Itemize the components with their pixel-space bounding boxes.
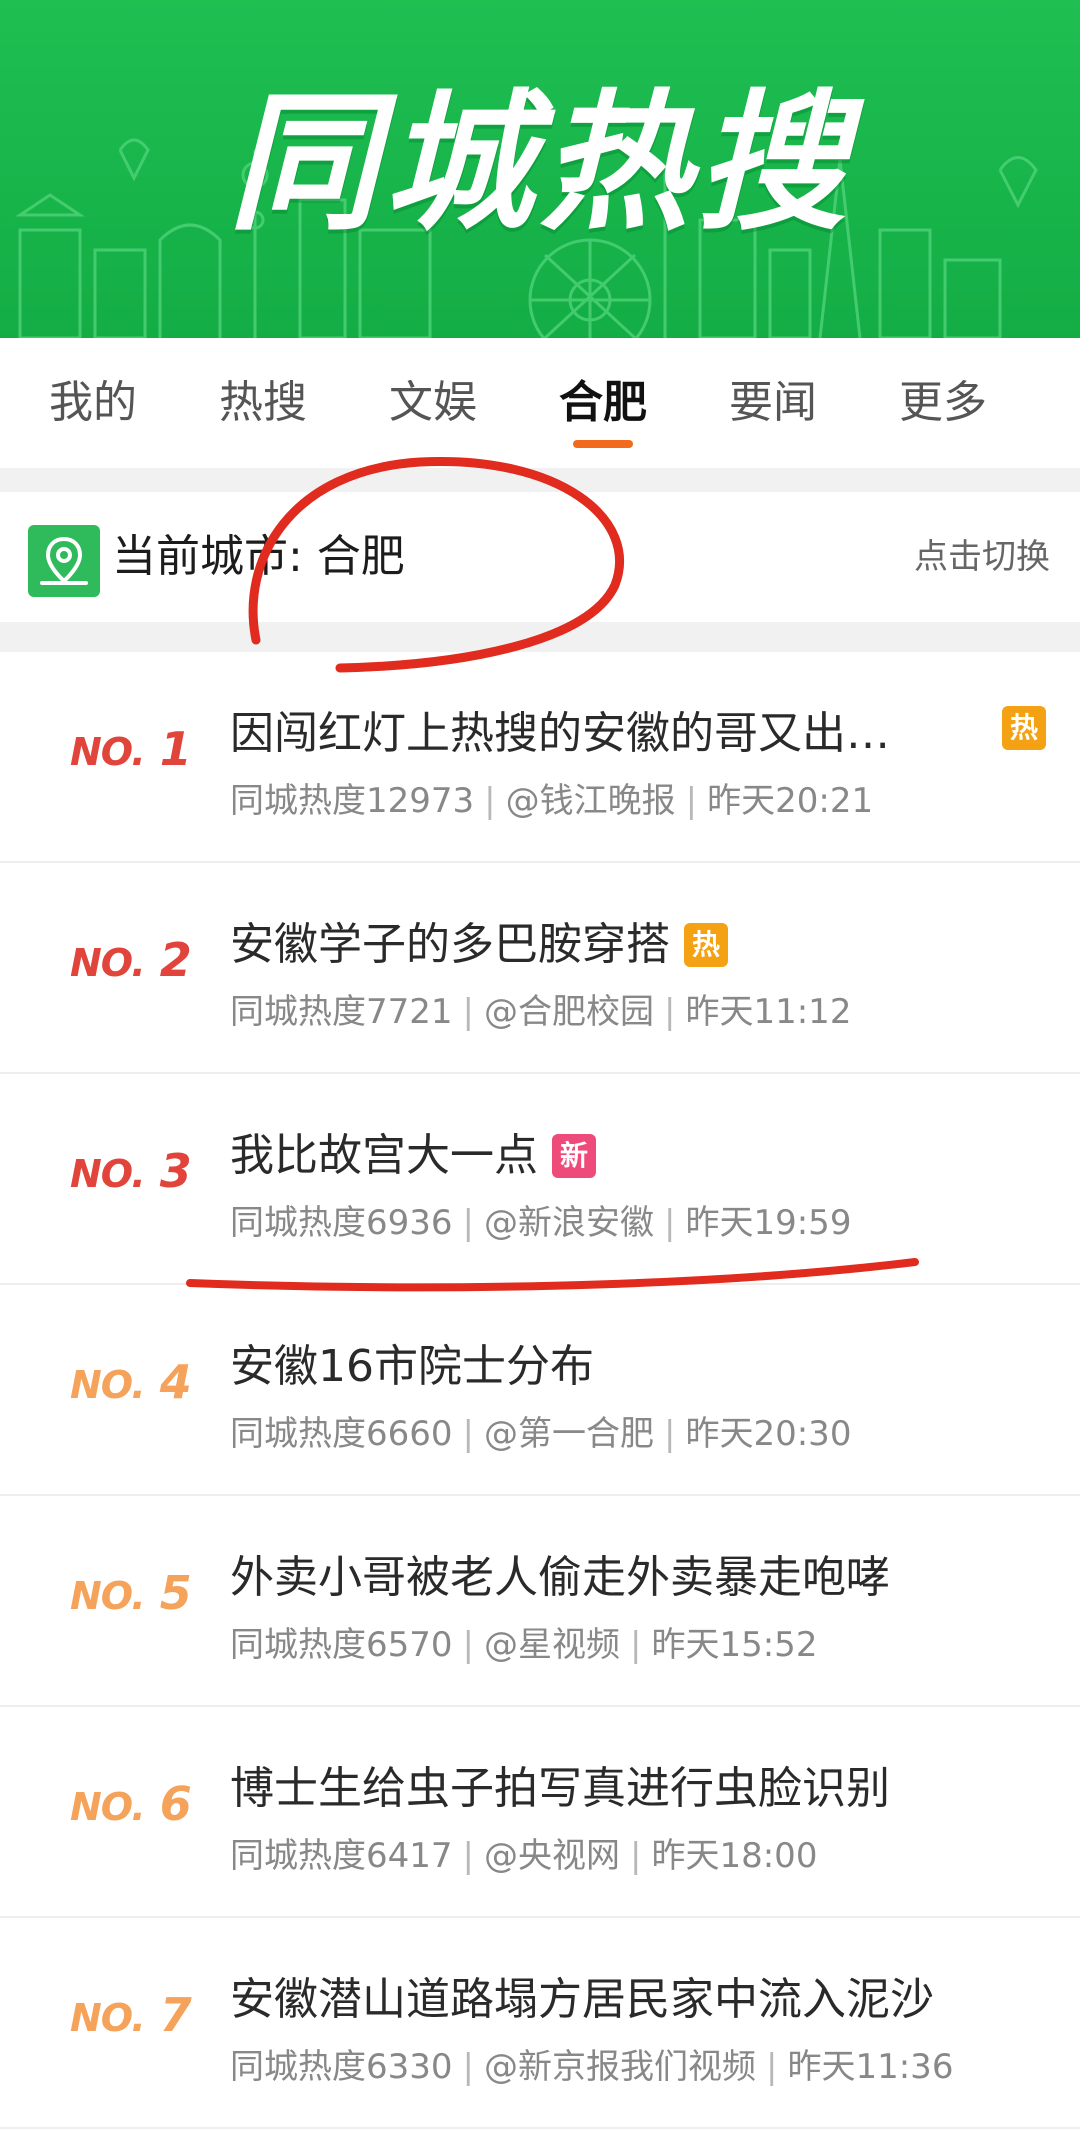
- list-item[interactable]: NO. 1 因闯红灯上热搜的安徽的哥又出… 热 同城热度12973 | @钱江晚报 |…: [0, 652, 1080, 863]
- timestamp: 昨天11:12: [685, 992, 852, 1032]
- heat-value: 同城热度12973: [230, 781, 475, 821]
- current-city-label: 当前城市: 合肥: [112, 531, 405, 582]
- timestamp: 昨天11:36: [787, 2047, 954, 2087]
- item-meta: 同城热度12973 | @钱江晚报 | 昨天20:21: [230, 781, 874, 821]
- item-title[interactable]: 安徽16市院士分布: [230, 1335, 594, 1399]
- tab-more[interactable]: 更多: [858, 338, 1028, 468]
- source: @第一合肥: [484, 1414, 654, 1454]
- heat-value: 同城热度6570: [230, 1625, 453, 1665]
- rank-number: NO. 5: [70, 1566, 192, 1620]
- timestamp: 昨天20:30: [685, 1414, 852, 1454]
- list-item[interactable]: NO. 4 安徽16市院士分布 同城热度6660 | @第一合肥 | 昨天20:30: [0, 1285, 1080, 1496]
- source: @新京报我们视频: [484, 2047, 756, 2087]
- item-title[interactable]: 因闯红灯上热搜的安徽的哥又出…: [230, 702, 890, 766]
- item-meta: 同城热度6570 | @星视频 | 昨天15:52: [230, 1625, 818, 1665]
- banner-title: 同城热搜: [227, 77, 852, 251]
- source: @钱江晚报: [505, 781, 676, 821]
- rank-number: NO. 4: [70, 1355, 192, 1409]
- heat-value: 同城热度7721: [230, 992, 453, 1032]
- rank-number: NO. 2: [70, 933, 192, 987]
- tab-hefei[interactable]: 合肥: [518, 338, 688, 468]
- rank-number: NO. 1: [70, 722, 192, 776]
- rank-number: NO. 7: [70, 1988, 192, 2042]
- heat-value: 同城热度6417: [230, 1836, 453, 1876]
- section-divider: [0, 622, 1080, 652]
- item-meta: 同城热度6936 | @新浪安徽 | 昨天19:59: [230, 1203, 852, 1243]
- hot-badge: 热: [684, 923, 728, 967]
- tab-hot-search[interactable]: 热搜: [178, 338, 348, 468]
- item-title[interactable]: 外卖小哥被老人偷走外卖暴走咆哮: [230, 1546, 890, 1610]
- timestamp: 昨天19:59: [685, 1203, 852, 1243]
- item-meta: 同城热度6417 | @央视网 | 昨天18:00: [230, 1836, 818, 1876]
- location-pin-icon: [28, 525, 100, 597]
- tab-bar: 我的 热搜 文娱 合肥 要闻 更多: [0, 338, 1080, 468]
- tab-mine[interactable]: 我的: [8, 338, 178, 468]
- hot-badge: 热: [1002, 706, 1046, 750]
- list-item[interactable]: NO. 3 我比故宫大一点新 同城热度6936 | @新浪安徽 | 昨天19:59: [0, 1074, 1080, 1285]
- heat-value: 同城热度6936: [230, 1203, 453, 1243]
- item-title[interactable]: 我比故宫大一点新: [230, 1124, 596, 1188]
- list-item[interactable]: NO. 6 博士生给虫子拍写真进行虫脸识别 同城热度6417 | @央视网 | 昨天18…: [0, 1707, 1080, 1918]
- item-meta: 同城热度6660 | @第一合肥 | 昨天20:30: [230, 1414, 852, 1454]
- new-badge: 新: [552, 1134, 596, 1178]
- list-item[interactable]: NO. 7 安徽潜山道路塌方居民家中流入泥沙 同城热度6330 | @新京报我们视频…: [0, 1918, 1080, 2129]
- tab-news[interactable]: 要闻: [688, 338, 858, 468]
- item-title[interactable]: 安徽学子的多巴胺穿搭热: [230, 913, 728, 977]
- list-item[interactable]: NO. 2 安徽学子的多巴胺穿搭热 同城热度7721 | @合肥校园 | 昨天11:12: [0, 863, 1080, 1074]
- rank-number: NO. 6: [70, 1777, 192, 1831]
- item-title[interactable]: 博士生给虫子拍写真进行虫脸识别: [230, 1757, 890, 1821]
- heat-value: 同城热度6660: [230, 1414, 453, 1454]
- banner: 同城热搜: [0, 0, 1080, 338]
- tab-entertainment[interactable]: 文娱: [348, 338, 518, 468]
- source: @星视频: [484, 1625, 620, 1665]
- section-divider: [0, 468, 1080, 492]
- source: @新浪安徽: [484, 1203, 654, 1243]
- source: @合肥校园: [484, 992, 654, 1032]
- item-title[interactable]: 安徽潜山道路塌方居民家中流入泥沙: [230, 1968, 934, 2032]
- list-item[interactable]: NO. 5 外卖小哥被老人偷走外卖暴走咆哮 同城热度6570 | @星视频 | 昨天15…: [0, 1496, 1080, 1707]
- timestamp: 昨天15:52: [651, 1625, 818, 1665]
- item-meta: 同城热度7721 | @合肥校园 | 昨天11:12: [230, 992, 852, 1032]
- timestamp: 昨天20:21: [707, 781, 874, 821]
- hot-search-list: NO. 1 因闯红灯上热搜的安徽的哥又出… 热 同城热度12973 | @钱江晚报 |…: [0, 652, 1080, 2129]
- timestamp: 昨天18:00: [651, 1836, 818, 1876]
- switch-city-button[interactable]: 点击切换: [914, 522, 1050, 592]
- rank-number: NO. 3: [70, 1144, 192, 1198]
- heat-value: 同城热度6330: [230, 2047, 453, 2087]
- current-city-bar: 当前城市: 合肥 点击切换: [0, 492, 1080, 622]
- item-meta: 同城热度6330 | @新京报我们视频 | 昨天11:36: [230, 2047, 954, 2087]
- source: @央视网: [484, 1836, 620, 1876]
